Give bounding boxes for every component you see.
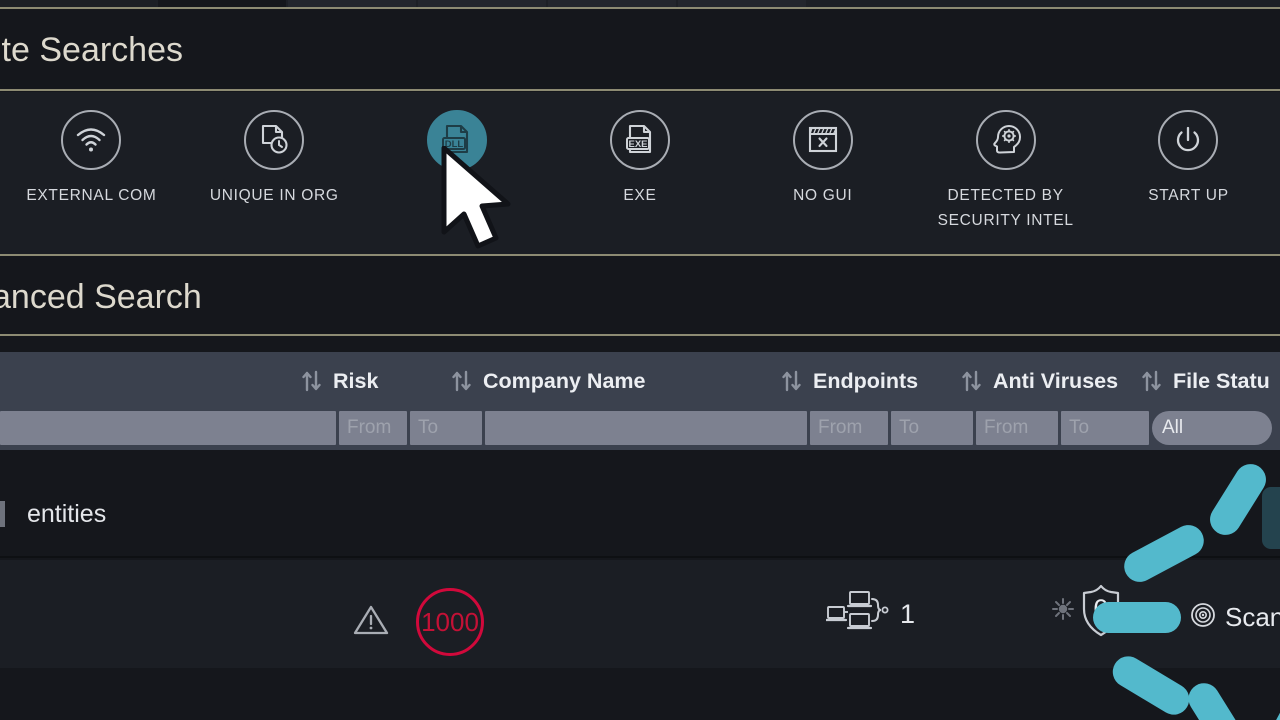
sort-arrows-icon[interactable] — [960, 368, 984, 394]
quick-search-item-exe[interactable]: EXE EXE — [554, 110, 726, 209]
file-exe-icon: EXE — [609, 110, 670, 170]
tab-issues-label: ISSUES — [716, 0, 767, 1]
tab-users[interactable]: USERS — [418, 0, 546, 7]
spinner-bar — [1204, 458, 1272, 541]
tab-hosts[interactable]: HOSTS — [288, 0, 416, 7]
quick-search-label-exe: EXE — [623, 187, 657, 204]
tab-hosts-label: HOSTS — [328, 0, 376, 1]
column-header-risk-label: Risk — [333, 368, 379, 393]
column-header-risk[interactable]: Risk — [300, 352, 450, 410]
spinner-bar — [1182, 677, 1252, 720]
filter-input-endpoints-from[interactable] — [810, 411, 888, 445]
column-header-file-status[interactable]: File Statu — [1140, 352, 1280, 410]
spinner-bar — [1093, 602, 1181, 633]
quick-search-item-external-com[interactable]: EXTERNAL COM — [5, 110, 177, 209]
quick-search-item-unique-in-org[interactable]: UNIQUE IN ORG — [188, 110, 360, 209]
sort-arrows-icon[interactable] — [1140, 368, 1164, 394]
power-icon — [1158, 110, 1219, 170]
risk-score-value: 1000 — [421, 606, 479, 637]
tab-domains[interactable]: DOMAINS — [548, 0, 676, 7]
column-header-company-name[interactable]: Company Name — [450, 352, 780, 410]
filter-input-anti-viruses-to[interactable] — [1061, 411, 1149, 445]
filter-input-anti-viruses-from[interactable] — [976, 411, 1058, 445]
results-table-header-row: Risk Company Name Endpoints Anti Viruses — [0, 352, 1280, 410]
network-endpoints-icon — [824, 590, 890, 639]
risk-cell[interactable]: 1000 — [352, 588, 484, 656]
quick-searches-title-text: ite Searches — [0, 30, 183, 69]
tab-users-label: USERS — [458, 0, 506, 1]
filter-input-name[interactable] — [0, 411, 336, 445]
quick-search-item-detected-by-security-intel[interactable]: DETECTED BY SECURITY INTEL — [920, 110, 1092, 234]
column-header-endpoints-label: Endpoints — [813, 368, 919, 393]
tab-files[interactable]: FILES — [158, 0, 286, 7]
filter-input-risk-from[interactable] — [339, 411, 407, 445]
svg-text:EXE: EXE — [628, 139, 647, 150]
scan-status-cell: Scann — [1190, 602, 1280, 633]
app-root: FILES HOSTS USERS DOMAINS ISSUES ite Sea… — [0, 0, 1280, 720]
risk-score-badge: 1000 — [416, 588, 484, 656]
column-header-file-status-label: File Statu — [1173, 368, 1270, 393]
tab-spacer-left — [0, 0, 156, 7]
quick-search-bar[interactable]: EXTERNAL COM UNIQUE IN ORG DLL EXE EXE N… — [0, 92, 1280, 254]
filter-select-file-status[interactable]: All — [1152, 411, 1272, 445]
tab-domains-label: DOMAINS — [580, 0, 645, 1]
endpoints-cell[interactable]: 1 — [824, 590, 916, 639]
filter-select-file-status-value: All — [1162, 417, 1184, 438]
mouse-pointer-icon — [440, 145, 518, 255]
column-header-endpoints[interactable]: Endpoints — [780, 352, 960, 410]
quick-search-label-start-up: START UP — [1148, 187, 1229, 204]
sort-arrows-icon[interactable] — [450, 368, 474, 394]
row-divider-top — [0, 556, 1280, 558]
sort-arrows-icon[interactable] — [780, 368, 804, 394]
spinner-bar — [1118, 519, 1210, 588]
quick-search-item-no-gui[interactable]: NO GUI — [737, 110, 909, 209]
column-header-company-name-label: Company Name — [483, 368, 646, 393]
entities-marker — [0, 501, 5, 527]
wifi-icon — [61, 110, 122, 170]
filter-input-endpoints-to[interactable] — [891, 411, 973, 445]
head-gear-icon — [975, 110, 1036, 170]
spinner-bar — [1107, 650, 1195, 720]
window-x-icon — [792, 110, 853, 170]
entities-label-text: entities — [27, 499, 107, 528]
quick-search-label-external-com: EXTERNAL COM — [26, 187, 157, 204]
results-table: Risk Company Name Endpoints Anti Viruses — [0, 352, 1280, 450]
results-table-filter-row[interactable]: All — [0, 410, 1280, 450]
entities-count-row: entities — [0, 484, 1280, 544]
tab-strip-filler — [808, 0, 1280, 7]
column-header-spacer — [0, 352, 300, 410]
quick-searches-title: ite Searches — [0, 9, 1280, 91]
endpoints-count-value: 1 — [900, 599, 916, 629]
gold-rule-under-advanced-title — [0, 334, 1280, 336]
advanced-search-title-text: anced Search — [0, 278, 202, 316]
quick-search-label-unique-in-org: UNIQUE IN ORG — [209, 187, 339, 204]
warning-triangle-icon — [352, 603, 390, 642]
scan-status-text: Scann — [1225, 602, 1280, 632]
sort-arrows-icon[interactable] — [300, 368, 324, 394]
file-clock-icon — [244, 110, 305, 170]
column-header-anti-viruses-label: Anti Viruses — [993, 368, 1119, 393]
tab-files-label: FILES — [202, 0, 241, 1]
quick-search-label-detected-by-security-intel: DETECTED BY SECURITY INTEL — [937, 187, 1074, 229]
column-header-anti-viruses[interactable]: Anti Viruses — [960, 352, 1140, 410]
filter-input-risk-to[interactable] — [410, 411, 482, 445]
quick-search-label-no-gui: NO GUI — [793, 187, 853, 204]
quick-search-item-start-up[interactable]: START UP — [1102, 110, 1274, 209]
advanced-search-header: anced Search — [0, 258, 1280, 336]
spinner-bar — [1262, 674, 1280, 720]
tab-issues[interactable]: ISSUES — [678, 0, 806, 7]
virus-germ-icon — [1052, 597, 1074, 625]
radar-target-icon — [1190, 602, 1216, 633]
gold-rule-under-iconbar — [0, 254, 1280, 256]
loading-spinner — [1093, 458, 1280, 720]
gold-rule-under-quick-title — [0, 89, 1280, 91]
filter-input-company-name[interactable] — [485, 411, 807, 445]
